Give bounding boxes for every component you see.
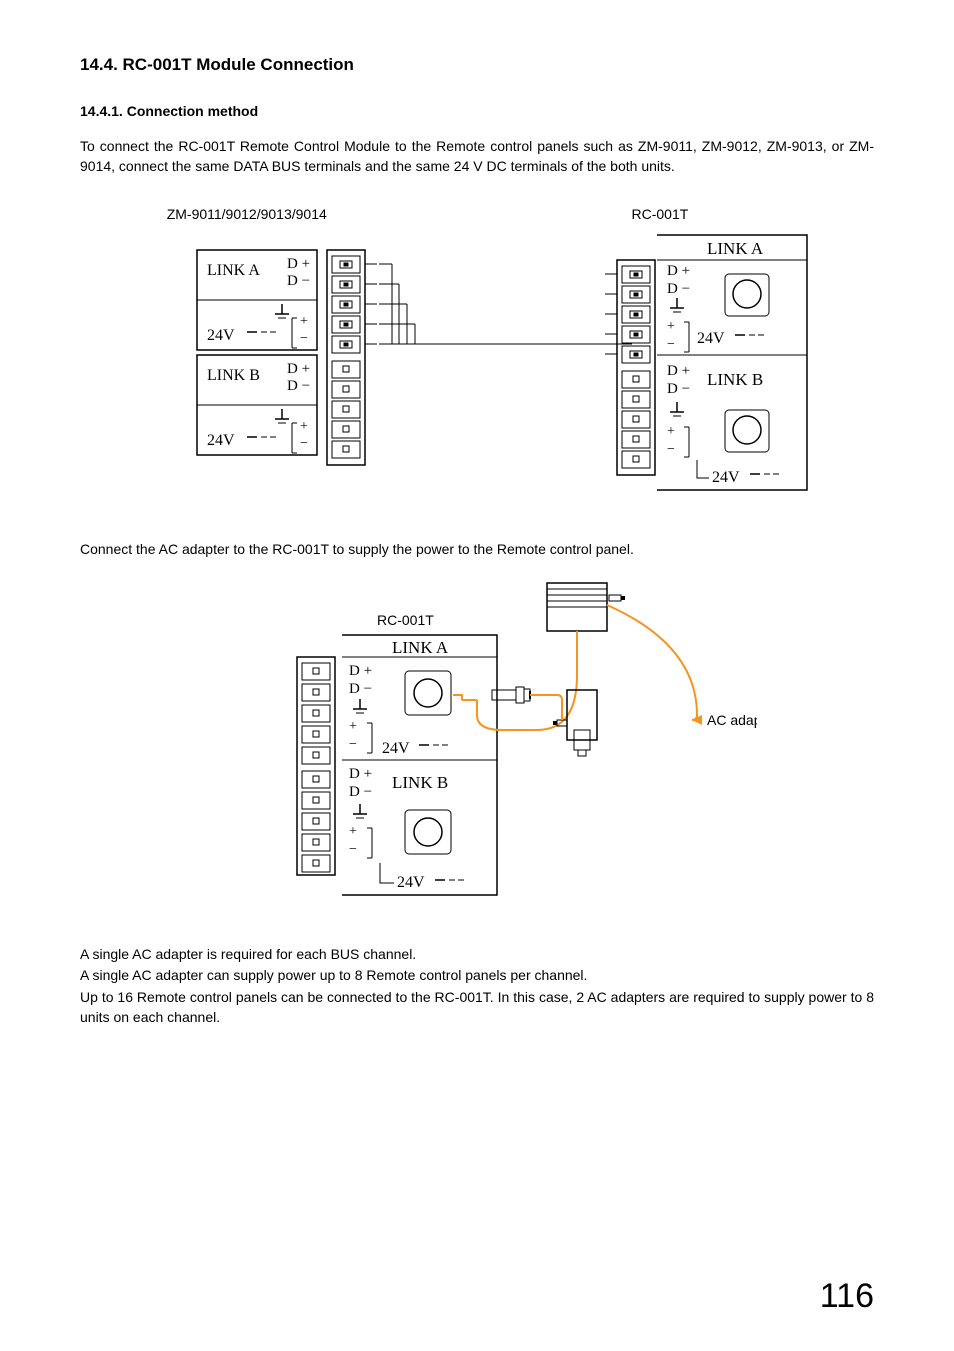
paragraph-2: Connect the AC adapter to the RC-001T to… bbox=[80, 540, 874, 560]
fig2-dplus-b: D + bbox=[349, 766, 372, 782]
fig2-minus-a: − bbox=[349, 737, 357, 752]
paragraph-1: To connect the RC-001T Remote Control Mo… bbox=[80, 137, 874, 176]
fig2-linka: LINK A bbox=[392, 638, 449, 657]
zm-minus-b: − bbox=[300, 436, 308, 451]
rc-linka: LINK A bbox=[707, 239, 764, 258]
rc-linkb: LINK B bbox=[707, 370, 763, 389]
zm-minus-a: − bbox=[300, 331, 308, 346]
rc-dminus-b: D − bbox=[667, 381, 690, 397]
fig2-rc-label: RC-001T bbox=[377, 612, 434, 628]
zm-dminus-b: D − bbox=[287, 378, 310, 394]
rc-plus-a: + bbox=[667, 319, 675, 334]
paragraph-3c: Up to 16 Remote control panels can be co… bbox=[80, 988, 874, 1027]
fig2-linkb: LINK B bbox=[392, 773, 448, 792]
rc-minus-b: − bbox=[667, 442, 675, 457]
zm-24v-a: 24V bbox=[207, 327, 235, 344]
fig2-dminus-b: D − bbox=[349, 784, 372, 800]
fig2-minus-b: − bbox=[349, 842, 357, 857]
paragraph-3b: A single AC adapter can supply power up … bbox=[80, 966, 874, 986]
fig1-left-label: ZM-9011/9012/9013/9014 bbox=[80, 206, 413, 222]
figure-1: ZM-9011/9012/9013/9014 RC-001T LINK A D … bbox=[80, 206, 874, 510]
fig2-plus-b: + bbox=[349, 824, 357, 839]
fig2-ac-label: AC adapter bbox=[707, 712, 757, 728]
zm-plus-b: + bbox=[300, 419, 308, 434]
fig2-svg: RC-001T LINK A D + D − + − 24V D + D − L… bbox=[197, 575, 757, 915]
paragraph-3a: A single AC adapter is required for each… bbox=[80, 945, 874, 965]
fig2-dplus-a: D + bbox=[349, 663, 372, 679]
subsection-title: 14.4.1. Connection method bbox=[80, 103, 874, 119]
rc-plus-b: + bbox=[667, 424, 675, 439]
fig2-dminus-a: D − bbox=[349, 681, 372, 697]
fig1-right-label: RC-001T bbox=[413, 206, 866, 222]
zm-linkb: LINK B bbox=[207, 367, 260, 384]
zm-24v-b: 24V bbox=[207, 432, 235, 449]
rc-minus-a: − bbox=[667, 337, 675, 352]
fig2-plus-a: + bbox=[349, 719, 357, 734]
zm-dplus-b: D + bbox=[287, 361, 310, 377]
page-number: 116 bbox=[820, 1277, 874, 1316]
zm-dminus-a: D − bbox=[287, 273, 310, 289]
rc-24v-b: 24V bbox=[712, 469, 740, 486]
fig2-24v-a: 24V bbox=[382, 740, 410, 757]
rc-dminus-a: D − bbox=[667, 281, 690, 297]
zm-linka: LINK A bbox=[207, 262, 260, 279]
rc-dplus-b: D + bbox=[667, 363, 690, 379]
fig1-svg: LINK A D + D − 24V + − LINK B D + bbox=[127, 230, 827, 510]
fig2-24v-b: 24V bbox=[397, 874, 425, 891]
section-title: 14.4. RC-001T Module Connection bbox=[80, 55, 874, 75]
rc-dplus-a: D + bbox=[667, 263, 690, 279]
rc-24v-a: 24V bbox=[697, 330, 725, 347]
zm-dplus-a: D + bbox=[287, 256, 310, 272]
figure-2: RC-001T LINK A D + D − + − 24V D + D − L… bbox=[80, 575, 874, 915]
zm-plus-a: + bbox=[300, 314, 308, 329]
